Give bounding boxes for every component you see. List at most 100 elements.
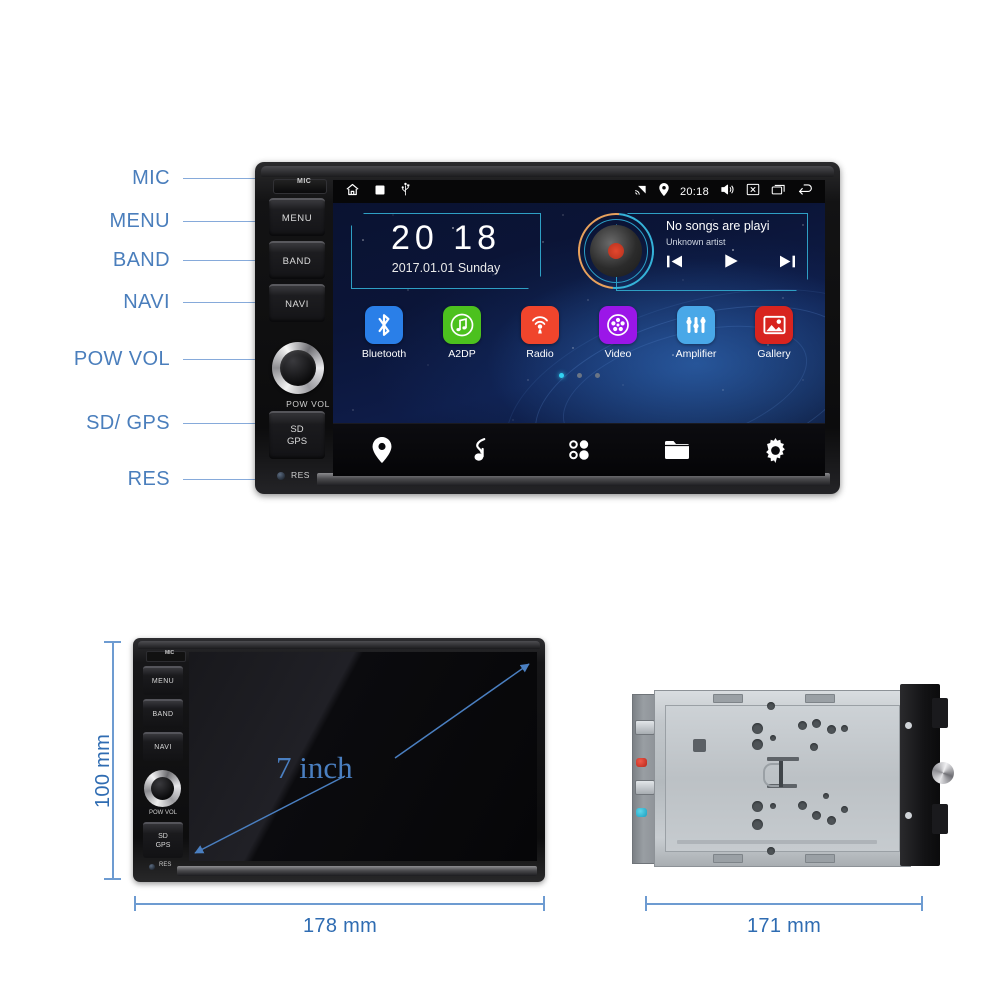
gps-label: GPS — [155, 842, 171, 849]
photo-icon — [755, 306, 793, 344]
dim-label-height: 100 mm — [92, 733, 114, 808]
dim-tick-depth-left — [645, 896, 647, 911]
clock-date: 2017.01.01 Sunday — [391, 261, 501, 275]
dim-line-depth — [645, 903, 923, 905]
head-unit-dimension-view: MIC MENU BAND NAVI POW VOL SD GPS RES 7 … — [133, 638, 545, 882]
transport-controls — [666, 253, 796, 274]
music-widget[interactable]: No songs are playi Unknown artist — [562, 197, 808, 305]
app-bluetooth[interactable]: Bluetooth — [354, 306, 414, 360]
status-bar-clock: 20:18 — [679, 185, 709, 198]
callout-sd-gps-label: SD/ GPS — [86, 412, 170, 434]
reset-pinhole[interactable] — [277, 472, 285, 480]
dim-label-depth: 171 mm — [747, 915, 822, 937]
dock-bar — [333, 423, 825, 476]
callout-band-label: BAND — [112, 249, 170, 271]
album-art-rings — [562, 197, 670, 305]
back-arrow-icon[interactable] — [797, 183, 814, 201]
page-dot[interactable] — [594, 373, 600, 378]
previous-icon[interactable] — [666, 254, 683, 274]
bezel-top-strip — [138, 641, 540, 649]
callout-res-label: RES — [127, 468, 170, 490]
mounting-hole — [810, 743, 818, 751]
dock-apps[interactable] — [549, 424, 609, 476]
reset-pinhole[interactable] — [149, 864, 155, 870]
band-button[interactable]: BAND — [269, 241, 325, 279]
power-volume-knob[interactable] — [144, 770, 181, 807]
mounting-hole — [841, 725, 848, 732]
menu-button[interactable]: MENU — [143, 666, 183, 695]
apps-grid-icon — [569, 440, 589, 460]
chassis-screw — [767, 847, 775, 855]
side-volume-knob[interactable] — [932, 762, 954, 784]
sd-gps-slot[interactable]: SD GPS — [269, 411, 325, 459]
app-radio[interactable]: Radio — [510, 306, 570, 360]
music-note-icon — [443, 306, 481, 344]
clock-widget[interactable]: 20 18 2017.01.01 Sunday — [351, 213, 541, 289]
mic-label: MIC — [297, 178, 312, 185]
widget-area: 20 18 2017.01.01 Sunday No songs are pla… — [333, 197, 825, 305]
stop-square-icon[interactable] — [374, 183, 386, 201]
music-note-icon — [474, 438, 485, 461]
app-gallery[interactable]: Gallery — [744, 306, 804, 360]
chassis-cutout — [693, 739, 706, 752]
status-bar: 20:18 — [333, 180, 825, 203]
page-dot[interactable] — [576, 373, 582, 378]
dim-tick-height-top — [104, 641, 121, 643]
song-artist: Unknown artist — [666, 237, 726, 247]
status-bar-right: 20:18 — [634, 182, 825, 201]
gps-label: GPS — [286, 436, 308, 447]
faceplate-screw — [905, 722, 912, 729]
band-button[interactable]: BAND — [143, 699, 183, 728]
cast-icon[interactable] — [634, 183, 648, 201]
bezel-bottom-strip — [177, 866, 537, 876]
metal-chassis — [654, 690, 911, 867]
touchscreen[interactable]: 20:18 20 18 2017.01.01 Sunday No songs a… — [333, 180, 825, 476]
dock-files[interactable] — [647, 424, 707, 476]
app-a2dp[interactable]: A2DP — [432, 306, 492, 360]
dock-settings[interactable] — [746, 424, 806, 476]
close-box-icon[interactable] — [746, 183, 760, 201]
film-reel-icon — [599, 306, 637, 344]
menu-button[interactable]: MENU — [269, 198, 325, 236]
sd-gps-slot[interactable]: SD GPS — [143, 822, 183, 858]
hardware-button-column: MENU BAND NAVI — [269, 198, 325, 327]
mounting-hole — [770, 803, 776, 809]
mounting-hole — [752, 739, 763, 750]
dock-navigation[interactable] — [352, 424, 412, 476]
app-label: Video — [604, 348, 632, 360]
product-diagram: MIC MENU BAND NAVI POW VOL SD/ GPS RES M… — [0, 0, 1000, 1000]
volume-icon[interactable] — [720, 183, 735, 201]
dock-music[interactable] — [451, 424, 511, 476]
navi-button[interactable]: NAVI — [269, 284, 325, 322]
page-indicator — [333, 373, 825, 378]
connector-upper — [635, 720, 655, 735]
play-icon[interactable] — [723, 253, 740, 274]
recent-apps-icon[interactable] — [771, 183, 786, 201]
page-dot-active[interactable] — [558, 373, 564, 378]
app-video[interactable]: Video — [588, 306, 648, 360]
leader-line-res — [183, 479, 263, 480]
app-label: Gallery — [757, 348, 791, 360]
mounting-hole — [823, 793, 829, 799]
rca-red-connector — [636, 758, 647, 767]
folder-icon — [665, 441, 690, 459]
navi-button[interactable]: NAVI — [143, 732, 183, 761]
mounting-hole — [812, 719, 821, 728]
usb-icon[interactable] — [400, 182, 411, 201]
home-icon[interactable] — [345, 182, 360, 202]
dim-tick-width-left — [134, 896, 136, 911]
mic-label: MIC — [165, 650, 175, 656]
app-label: Bluetooth — [361, 348, 407, 360]
power-volume-knob[interactable]: POW VOL — [269, 342, 329, 409]
radio-icon — [521, 306, 559, 344]
sd-label: SD — [158, 833, 168, 840]
location-pin-icon[interactable] — [659, 182, 669, 201]
app-amplifier[interactable]: Amplifier — [666, 306, 726, 360]
location-pin-icon — [372, 437, 392, 463]
chassis-rail — [677, 840, 877, 844]
bluetooth-icon — [365, 306, 403, 344]
song-title: No songs are playi — [666, 219, 770, 233]
mounting-hole — [752, 819, 763, 830]
res-label: RES — [159, 862, 172, 868]
next-icon[interactable] — [779, 254, 796, 274]
